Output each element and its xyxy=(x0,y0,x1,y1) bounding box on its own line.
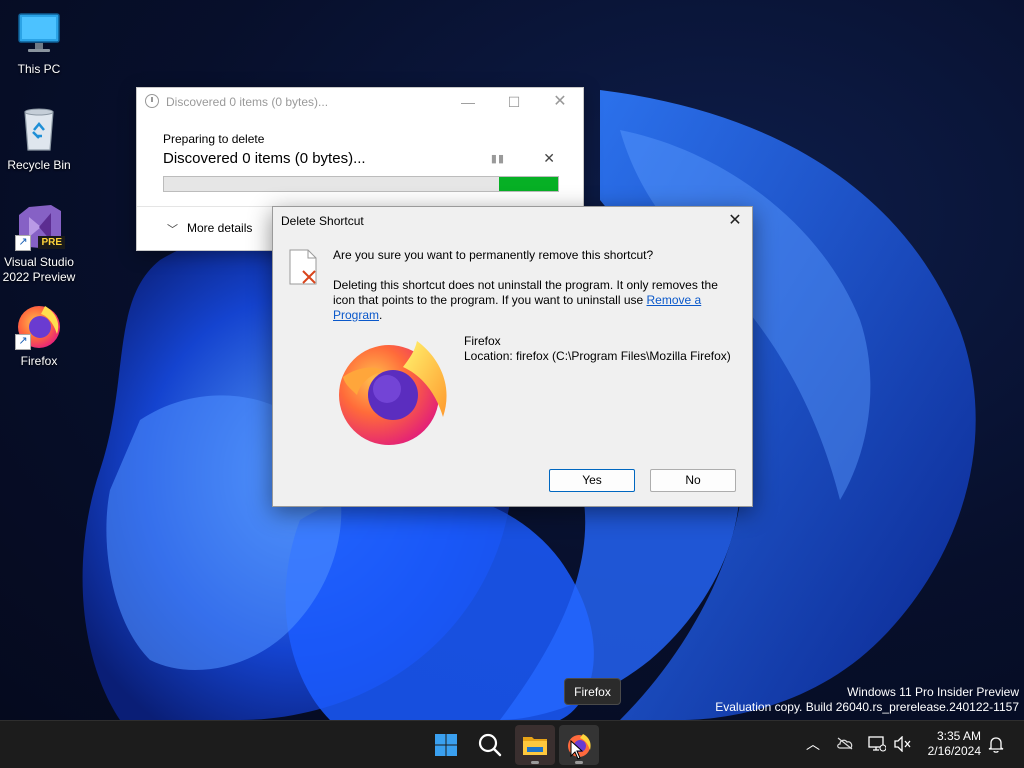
notification-bell-icon[interactable] xyxy=(988,735,1004,756)
taskbar-file-explorer[interactable] xyxy=(515,725,555,765)
clock-date: 2/16/2024 xyxy=(927,744,981,758)
no-button[interactable]: No xyxy=(650,469,736,492)
close-button[interactable]: ✕ xyxy=(537,88,583,116)
taskbar-clock[interactable]: 3:35 AM 2/16/2024 xyxy=(921,729,981,759)
chevron-down-icon[interactable]: ﹀ xyxy=(167,221,178,237)
progress-main-text: Discovered 0 items (0 bytes)... xyxy=(163,150,366,167)
more-details-button[interactable]: More details xyxy=(187,221,252,235)
running-indicator xyxy=(531,761,539,764)
item-location: Location: firefox (C:\Program Files\Mozi… xyxy=(464,349,731,363)
watermark-line-2: Evaluation copy. Build 26040.rs_prerelea… xyxy=(715,700,1019,714)
dialog-close-button[interactable]: ✕ xyxy=(724,210,746,232)
recycle-bin-icon xyxy=(15,106,63,154)
clock-icon xyxy=(145,94,159,108)
clock-time: 3:35 AM xyxy=(936,729,981,743)
desktop-icon-recycle-bin[interactable]: Recycle Bin xyxy=(0,106,78,173)
watermark-line-1: Windows 11 Pro Insider Preview xyxy=(847,685,1019,699)
mouse-cursor xyxy=(570,739,584,763)
dialog-description: Deleting this shortcut does not uninstal… xyxy=(333,278,733,323)
taskbar-tooltip: Firefox xyxy=(564,678,621,705)
progress-window-title: Discovered 0 items (0 bytes)... xyxy=(166,95,329,109)
taskbar: ︿ 3:35 AM 2/16/2024 xyxy=(0,720,1024,768)
onedrive-icon[interactable] xyxy=(836,736,854,753)
progress-subtitle: Preparing to delete xyxy=(163,132,265,146)
start-button[interactable] xyxy=(426,725,466,765)
desktop-icon-label: Visual Studio 2022 Preview xyxy=(2,255,76,284)
windows-start-icon xyxy=(435,734,457,756)
network-icon[interactable] xyxy=(868,736,887,755)
desktop-icon-this-pc[interactable]: This PC xyxy=(0,10,78,77)
progress-bar xyxy=(163,176,559,192)
shortcut-arrow-icon: ↗ xyxy=(15,235,31,251)
delete-file-icon xyxy=(289,249,317,285)
yes-button[interactable]: Yes xyxy=(549,469,635,492)
shortcut-info: Firefox Location: firefox (C:\Program Fi… xyxy=(464,334,731,364)
minimize-button[interactable]: — xyxy=(445,88,491,116)
dialog-question: Are you sure you want to permanently rem… xyxy=(333,248,654,262)
os-watermark: Windows 11 Pro Insider Preview Evaluatio… xyxy=(715,685,1019,715)
preview-badge: PRE xyxy=(38,236,65,249)
progress-titlebar[interactable]: Discovered 0 items (0 bytes)... — ☐ ✕ xyxy=(137,88,583,116)
progress-bar-fill xyxy=(498,177,558,191)
monitor-icon xyxy=(15,10,63,58)
description-suffix: . xyxy=(379,308,383,322)
dialog-title: Delete Shortcut xyxy=(281,214,364,228)
desktop-icon-label: This PC xyxy=(17,62,61,76)
desktop-icon-label: Firefox xyxy=(20,354,58,368)
firefox-icon: ↗ xyxy=(15,302,63,350)
maximize-button[interactable]: ☐ xyxy=(491,88,537,116)
cancel-icon[interactable]: ✕ xyxy=(543,150,555,167)
desktop-icon-firefox[interactable]: ↗ Firefox xyxy=(0,302,78,369)
search-button[interactable] xyxy=(470,725,510,765)
desktop-icon-label: Recycle Bin xyxy=(7,158,71,172)
delete-shortcut-dialog[interactable]: Delete Shortcut ✕ Are you sure you want … xyxy=(272,206,753,507)
firefox-icon xyxy=(337,337,449,447)
shortcut-arrow-icon: ↗ xyxy=(15,334,31,350)
pause-icon[interactable]: ▮▮ xyxy=(491,152,505,165)
speaker-muted-icon[interactable] xyxy=(894,735,912,755)
item-name: Firefox xyxy=(464,334,501,348)
search-icon xyxy=(478,733,502,757)
chevron-up-icon[interactable]: ︿ xyxy=(806,734,820,754)
desktop-icon-visual-studio[interactable]: PRE ↗ Visual Studio 2022 Preview xyxy=(0,203,78,285)
visual-studio-icon: PRE ↗ xyxy=(15,203,65,251)
file-explorer-icon xyxy=(523,737,547,755)
